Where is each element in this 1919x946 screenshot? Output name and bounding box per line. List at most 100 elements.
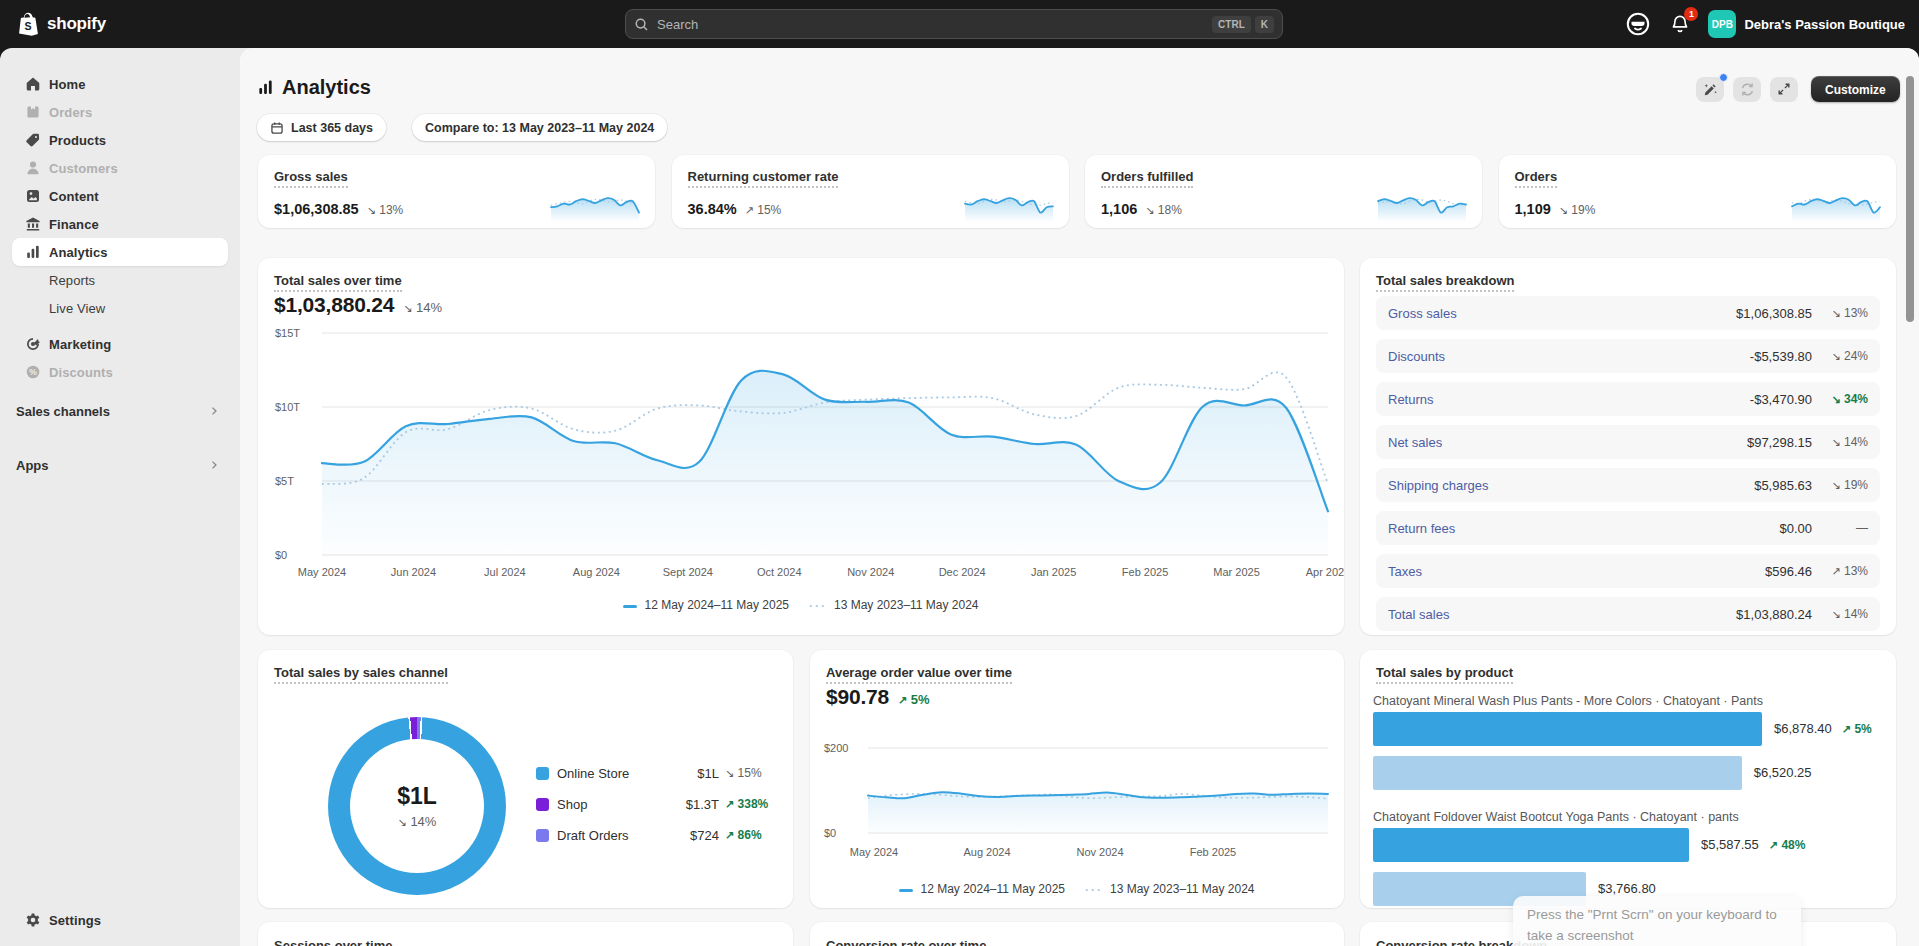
svg-text:$5T: $5T xyxy=(275,475,294,487)
search-input[interactable]: Search CTRL K xyxy=(625,9,1283,39)
sidebar-item-label: Orders xyxy=(49,105,92,120)
product-name: Chatoyant Foldover Waist Bootcut Yoga Pa… xyxy=(1373,810,1739,824)
card-title-link[interactable]: Average order value over time xyxy=(826,665,1012,684)
card-title-link[interactable]: Total sales breakdown xyxy=(1376,273,1514,292)
sidebar-section-sales-channels[interactable]: Sales channels xyxy=(12,397,228,425)
sidebar-item-marketing[interactable]: Marketing xyxy=(12,330,228,358)
sidebar-item-analytics[interactable]: Analytics xyxy=(12,238,228,266)
section-label: Apps xyxy=(16,458,49,473)
breakdown-label[interactable]: Discounts xyxy=(1388,349,1445,364)
breakdown-value: -$5,539.80 xyxy=(1750,349,1812,364)
svg-text:Jun 2024: Jun 2024 xyxy=(391,566,436,578)
sidebar-item-home[interactable]: Home xyxy=(12,70,228,98)
legend-current: 12 May 2024–11 May 2025 xyxy=(623,598,789,612)
breakdown-row-net-sales[interactable]: Net sales$97,298.15↘ 14% xyxy=(1376,425,1880,459)
discounts-icon: % xyxy=(25,364,41,380)
legend-dots-swatch: ··· xyxy=(809,599,827,613)
sidebar-item-label: Content xyxy=(49,189,99,204)
sidebar-item-content[interactable]: Content xyxy=(12,182,228,210)
breakdown-change: — xyxy=(1812,521,1868,535)
partial-card-conversion-rate-over-time: Conversion rate over time xyxy=(810,922,1344,946)
stat-value: 1,106 xyxy=(1101,201,1137,217)
legend-swatch xyxy=(536,798,549,811)
svg-text:Aug 2024: Aug 2024 xyxy=(963,846,1010,858)
shopify-logo[interactable]: S shopify xyxy=(16,11,106,38)
breakdown-row-gross-sales[interactable]: Gross sales$1,06,308.85↘ 13% xyxy=(1376,296,1880,330)
sidebar-item-live-view[interactable]: Live View xyxy=(12,294,228,322)
breakdown-label[interactable]: Gross sales xyxy=(1388,306,1457,321)
card-title-link[interactable]: Total sales by sales channel xyxy=(274,665,448,684)
marketing-icon xyxy=(25,336,41,352)
card-title-link[interactable]: Total sales over time xyxy=(274,273,402,292)
sidebar-item-orders[interactable]: Orders xyxy=(12,98,228,126)
legend-swatch xyxy=(536,767,549,780)
breakdown-label[interactable]: Total sales xyxy=(1388,607,1449,622)
sidebar-item-label: Settings xyxy=(49,913,101,928)
sidebar-item-customers[interactable]: Customers xyxy=(12,154,228,182)
breakdown-row-taxes[interactable]: Taxes$596.46↗ 13% xyxy=(1376,554,1880,588)
app-surface: Home Orders ProductsCustomers Content Financ… xyxy=(0,48,1919,946)
notification-dot xyxy=(1719,73,1728,82)
sidebar-item-label: Home xyxy=(49,77,86,92)
svg-text:$0: $0 xyxy=(275,549,287,561)
sales-by-product-card: Total sales by product Chatoyant Mineral… xyxy=(1360,650,1896,908)
compare-picker[interactable]: Compare to: 13 May 2023–11 May 2024 xyxy=(412,114,667,141)
card-title-link[interactable]: Orders fulfilled xyxy=(1101,169,1193,188)
breakdown-row-total-sales[interactable]: Total sales$1,03,880.24↘ 14% xyxy=(1376,597,1880,631)
svg-text:Feb 2025: Feb 2025 xyxy=(1122,566,1168,578)
magic-insights-button[interactable] xyxy=(1696,77,1724,102)
svg-text:$200: $200 xyxy=(824,742,848,754)
legend-dash-swatch xyxy=(899,889,913,892)
sidebar-item-discounts[interactable]: %Discounts xyxy=(12,358,228,386)
stat-value: 1,109 xyxy=(1515,201,1551,217)
sidekick-button[interactable] xyxy=(1624,10,1652,38)
store-menu[interactable]: DPB Debra's Passion Boutique xyxy=(1708,10,1905,38)
sidebar-section-apps[interactable]: Apps xyxy=(12,451,228,479)
scrollbar-thumb[interactable] xyxy=(1906,76,1914,322)
breakdown-value: $1,06,308.85 xyxy=(1736,306,1812,321)
svg-text:Apr 2025: Apr 2025 xyxy=(1306,566,1344,578)
channel-change: ↗ 338% xyxy=(725,797,768,811)
breakdown-label[interactable]: Shipping charges xyxy=(1388,478,1488,493)
stat-value: $1,06,308.85 xyxy=(274,201,359,217)
svg-text:S: S xyxy=(24,19,31,31)
breakdown-value: $5,985.63 xyxy=(1754,478,1812,493)
fullscreen-button[interactable] xyxy=(1770,77,1798,102)
svg-text:Oct 2024: Oct 2024 xyxy=(757,566,802,578)
card-title-link[interactable]: Total sales by product xyxy=(1376,665,1513,684)
partial-card-sessions-over-time: Sessions over time xyxy=(258,922,793,946)
refresh-button[interactable] xyxy=(1733,77,1761,102)
breakdown-label[interactable]: Return fees xyxy=(1388,521,1455,536)
breakdown-change: ↗ 13% xyxy=(1812,564,1868,578)
stat-card-orders-fulfilled: Orders fulfilled1,106↘ 18% xyxy=(1085,155,1482,228)
breakdown-row-returns[interactable]: Returns-$3,470.90↘ 34% xyxy=(1376,382,1880,416)
breakdown-row-shipping-charges[interactable]: Shipping charges$5,985.63↘ 19% xyxy=(1376,468,1880,502)
channel-value: $1.3T xyxy=(671,797,719,812)
donut-center-change: ↘ 14% xyxy=(398,814,437,829)
donut-center-value: $1L xyxy=(397,783,437,810)
product-prev-value: $6,520.25 xyxy=(1754,765,1812,780)
sidebar: Home Orders ProductsCustomers Content Financ… xyxy=(0,48,240,946)
sidebar-item-settings[interactable]: Settings xyxy=(12,906,228,934)
sidebar-item-finance[interactable]: Finance xyxy=(12,210,228,238)
shopify-wordmark: shopify xyxy=(47,14,106,34)
customize-button[interactable]: Customize xyxy=(1811,76,1900,102)
sidebar-item-reports[interactable]: Reports xyxy=(12,266,228,294)
store-name: Debra's Passion Boutique xyxy=(1744,17,1905,32)
svg-text:Mar 2025: Mar 2025 xyxy=(1213,566,1259,578)
breakdown-label[interactable]: Returns xyxy=(1388,392,1434,407)
card-title-link[interactable]: Orders xyxy=(1515,169,1558,188)
product-bar-current xyxy=(1373,828,1689,862)
channel-legend-draft-orders: Draft Orders$724↗ 86% xyxy=(536,824,776,846)
breakdown-row-discounts[interactable]: Discounts-$5,539.80↘ 24% xyxy=(1376,339,1880,373)
card-title-link[interactable]: Gross sales xyxy=(274,169,348,188)
date-range-picker[interactable]: Last 365 days xyxy=(257,114,386,141)
breakdown-label[interactable]: Taxes xyxy=(1388,564,1422,579)
notifications-button[interactable]: 1 xyxy=(1666,10,1694,38)
breakdown-label[interactable]: Net sales xyxy=(1388,435,1442,450)
stat-change: ↗ 15% xyxy=(745,203,782,217)
search-icon xyxy=(634,17,649,32)
breakdown-row-return-fees[interactable]: Return fees$0.00— xyxy=(1376,511,1880,545)
sidebar-item-products[interactable]: Products xyxy=(12,126,228,154)
card-title-link[interactable]: Returning customer rate xyxy=(688,169,839,188)
